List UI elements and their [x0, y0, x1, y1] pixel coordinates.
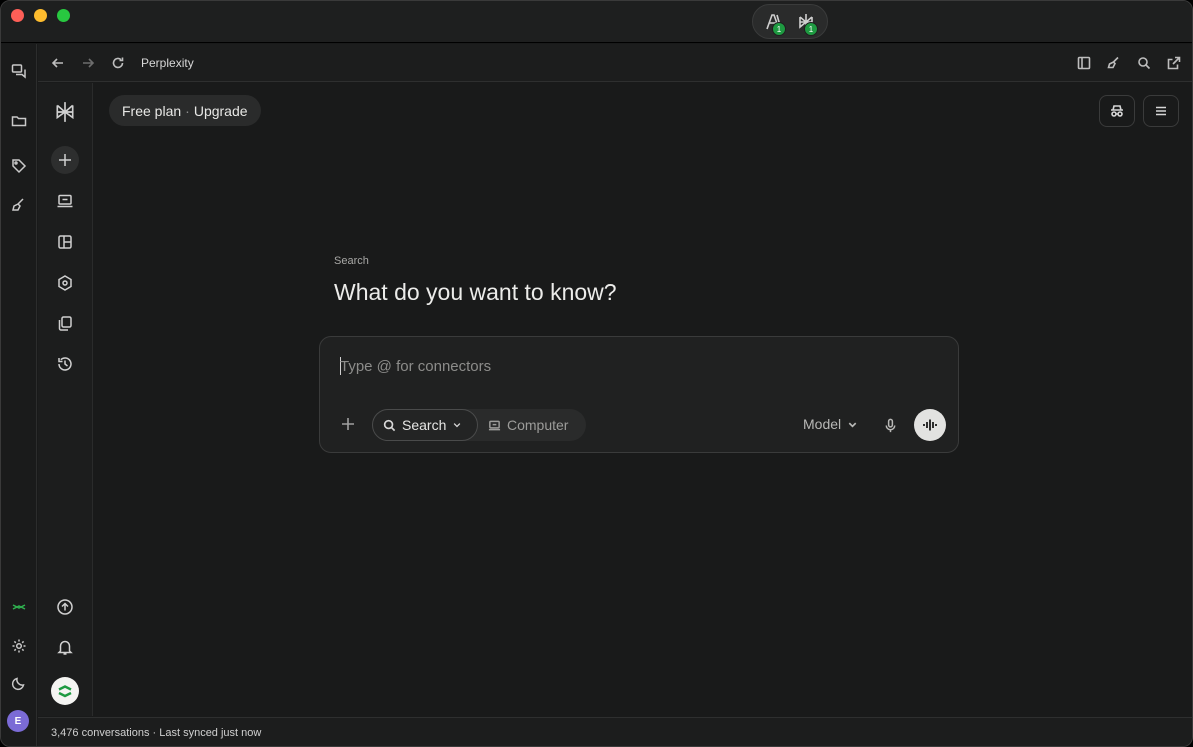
mode-search-label: Search	[402, 417, 447, 433]
zoom-window-button[interactable]	[57, 9, 70, 22]
plan-badge[interactable]: Free plan · Upgrade	[109, 95, 261, 126]
forward-button[interactable]	[79, 54, 97, 72]
tag-icon	[12, 159, 27, 174]
chevron-down-icon	[848, 422, 857, 428]
title-bar: 1 1	[1, 1, 1192, 716]
new-thread-button[interactable]	[51, 146, 79, 174]
plan-label: Free plan	[122, 102, 182, 119]
plus-icon	[342, 418, 354, 430]
history-icon	[58, 357, 72, 371]
reader-button[interactable]	[1075, 54, 1093, 72]
chat-bubbles-icon	[11, 64, 26, 79]
search-icon	[383, 419, 396, 431]
find-button[interactable]	[1135, 54, 1153, 72]
search-mode-label: Search	[334, 255, 369, 267]
attach-button[interactable]	[338, 414, 358, 434]
copy-icon	[58, 316, 72, 331]
plus-icon	[59, 154, 71, 166]
brand-logo-icon	[58, 685, 72, 698]
perplexity-logo-button[interactable]	[51, 98, 79, 126]
laptop-icon	[488, 420, 501, 430]
broom-icon	[12, 198, 24, 211]
search-icon	[1138, 57, 1151, 70]
sidebar-spaces-button[interactable]	[51, 269, 79, 297]
status-bar: 3,476 conversations · Last synced just n…	[38, 717, 1192, 746]
mode-computer-label: Computer	[507, 417, 569, 433]
menu-button[interactable]	[1143, 95, 1179, 127]
sidebar-upgrade-button[interactable]	[51, 593, 79, 621]
mode-search-button[interactable]: Search	[372, 409, 478, 441]
account-avatar[interactable]	[51, 677, 79, 705]
session-perplexity-button[interactable]: 1	[791, 7, 821, 36]
arrow-left-icon	[51, 58, 63, 68]
model-select[interactable]: Model	[803, 416, 858, 432]
session-count-badge: 1	[772, 22, 786, 36]
perplexity-icon	[56, 102, 74, 122]
query-input[interactable]	[340, 354, 930, 378]
incognito-icon	[1111, 105, 1123, 117]
sidebar-discover-button[interactable]	[51, 228, 79, 256]
brand-logo-icon	[12, 604, 26, 610]
voice-mode-button[interactable]	[914, 409, 946, 441]
close-window-button[interactable]	[11, 9, 24, 22]
rail-tags-button[interactable]	[8, 155, 30, 177]
session-count-badge: 1	[804, 22, 818, 36]
mode-toggle: Search Computer	[372, 409, 586, 441]
hexagon-icon	[58, 275, 72, 291]
page-headline: What do you want to know?	[334, 279, 617, 305]
sidebar-computer-button[interactable]	[51, 187, 79, 215]
folder-icon	[11, 116, 27, 127]
clean-button[interactable]	[1105, 54, 1123, 72]
sidebar-notifications-button[interactable]	[51, 633, 79, 661]
sidebar-panel-icon	[1077, 56, 1091, 70]
session-claude-button[interactable]: 1	[759, 7, 789, 36]
rail-settings-button[interactable]	[8, 635, 30, 657]
hamburger-menu-icon	[1156, 106, 1166, 116]
arrow-up-circle-icon	[57, 599, 73, 615]
user-avatar[interactable]: E	[7, 710, 29, 732]
reload-icon	[112, 57, 124, 69]
minimize-window-button[interactable]	[34, 9, 47, 22]
app-rail: E	[1, 44, 37, 746]
back-button[interactable]	[49, 54, 67, 72]
incognito-button[interactable]	[1099, 95, 1135, 127]
open-external-button[interactable]	[1165, 54, 1183, 72]
active-sessions: 1 1	[752, 4, 828, 39]
bell-icon	[57, 640, 73, 655]
arrow-right-icon	[83, 58, 95, 68]
gear-icon	[12, 639, 26, 653]
page-title: Perplexity	[141, 56, 194, 70]
main-content: Free plan · Upgrade Search What do you w…	[94, 83, 1192, 716]
sidebar-history-button[interactable]	[51, 350, 79, 378]
dictation-button[interactable]	[881, 415, 899, 435]
upgrade-link[interactable]: Upgrade	[194, 103, 248, 119]
moon-icon	[11, 677, 25, 691]
external-link-icon	[1167, 56, 1181, 70]
broom-icon	[1107, 56, 1119, 69]
browser-toolbar: Perplexity	[38, 44, 1192, 82]
rail-theme-button[interactable]	[8, 672, 30, 694]
plan-separator: ·	[185, 102, 190, 119]
sidebar-library-button[interactable]	[51, 309, 79, 337]
app-window: 1 1 E Perplexity Free plan · Upgrade Sea…	[0, 0, 1193, 747]
rail-brand-button[interactable]	[8, 596, 30, 618]
composer: Search Computer Model	[319, 336, 959, 453]
reload-button[interactable]	[109, 54, 127, 72]
rail-chats-button[interactable]	[8, 60, 30, 82]
laptop-icon	[57, 194, 73, 208]
model-label: Model	[803, 416, 842, 432]
rail-folders-button[interactable]	[8, 110, 30, 132]
microphone-icon	[885, 418, 895, 432]
layout-icon	[58, 235, 72, 249]
sound-wave-icon	[923, 419, 937, 431]
sync-status: 3,476 conversations · Last synced just n…	[51, 727, 262, 739]
mode-computer-button[interactable]: Computer	[488, 409, 568, 441]
rail-prompts-button[interactable]	[8, 194, 30, 216]
chevron-down-icon	[454, 423, 461, 428]
perplexity-sidebar	[38, 83, 93, 716]
